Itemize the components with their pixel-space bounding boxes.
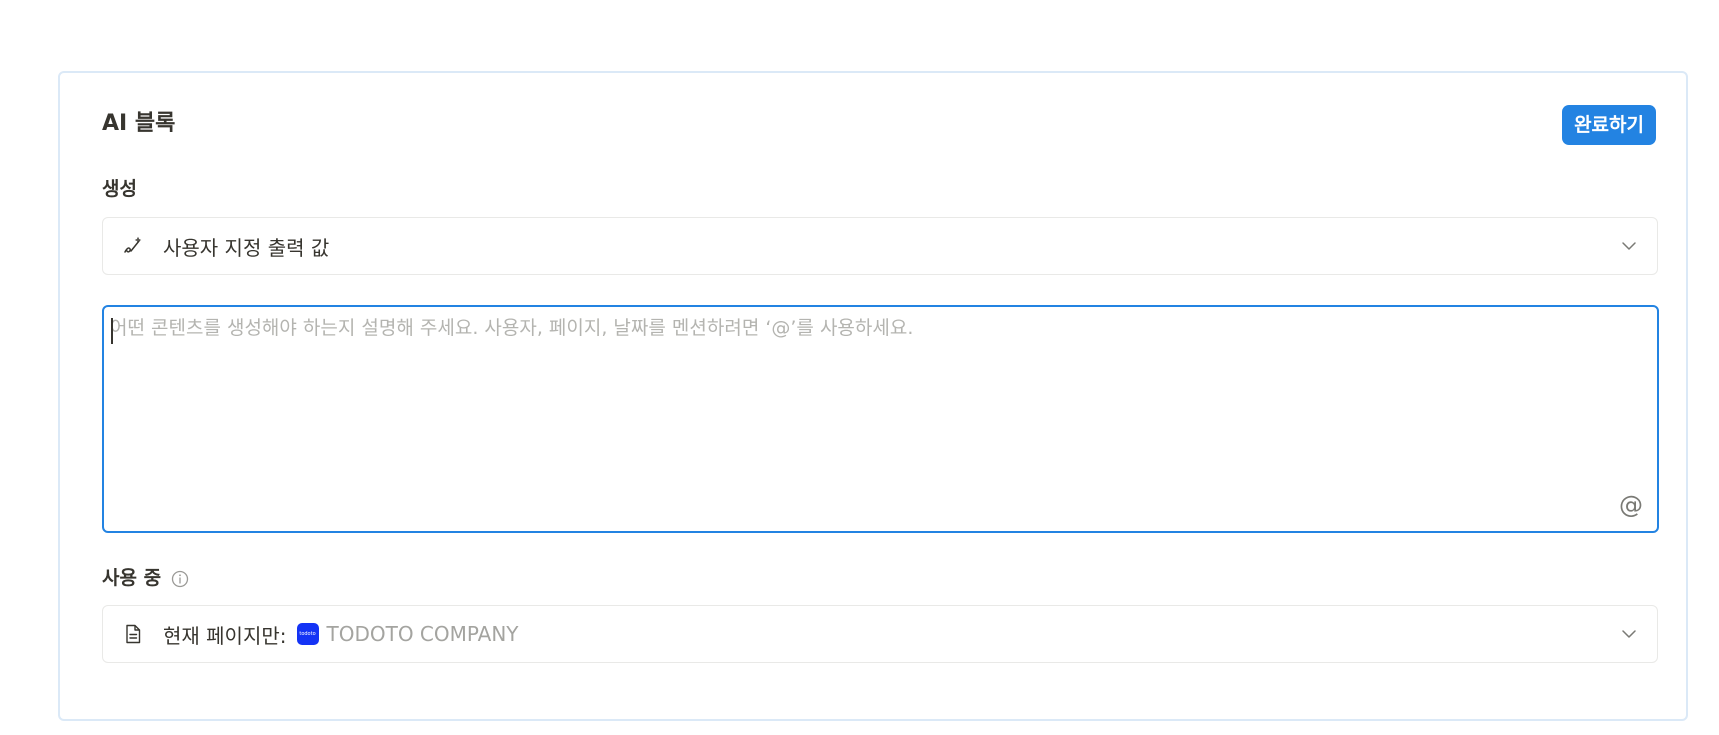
block-title: AI 블록 (102, 111, 176, 136)
text-caret (111, 318, 113, 344)
usage-scope-value: 현재 페이지만: todoto TODOTO COMPANY (163, 620, 519, 649)
usage-label-text: 사용 중 (102, 567, 162, 589)
info-icon[interactable] (171, 569, 189, 588)
generate-label: 생성 (102, 176, 137, 202)
chevron-down-icon (1619, 236, 1639, 256)
document-icon (121, 622, 145, 646)
generate-label-text: 생성 (102, 178, 137, 200)
page-logo: todoto (296, 623, 319, 645)
output-type-select[interactable]: 사용자 지정 출력 값 (102, 217, 1658, 275)
prompt-textarea[interactable] (110, 315, 1630, 485)
usage-scope-select[interactable]: 현재 페이지만: todoto TODOTO COMPANY (102, 605, 1658, 663)
pen-sparkle-icon (121, 234, 145, 258)
output-type-value: 사용자 지정 출력 값 (163, 235, 330, 260)
page-name: TODOTO COMPANY (326, 622, 519, 646)
usage-label: 사용 중 (102, 565, 189, 591)
mention-button[interactable]: @ (1617, 491, 1645, 519)
chevron-down-icon (1619, 624, 1639, 644)
page-chip: todoto TODOTO COMPANY (296, 622, 519, 646)
ai-block-card: AI 블록 완료하기 생성 사용자 지정 출력 값 @ 사용 중 (58, 71, 1688, 721)
usage-scope-text: 현재 페이지만: (163, 623, 287, 648)
prompt-container: @ (102, 305, 1659, 533)
done-button[interactable]: 완료하기 (1562, 105, 1656, 145)
